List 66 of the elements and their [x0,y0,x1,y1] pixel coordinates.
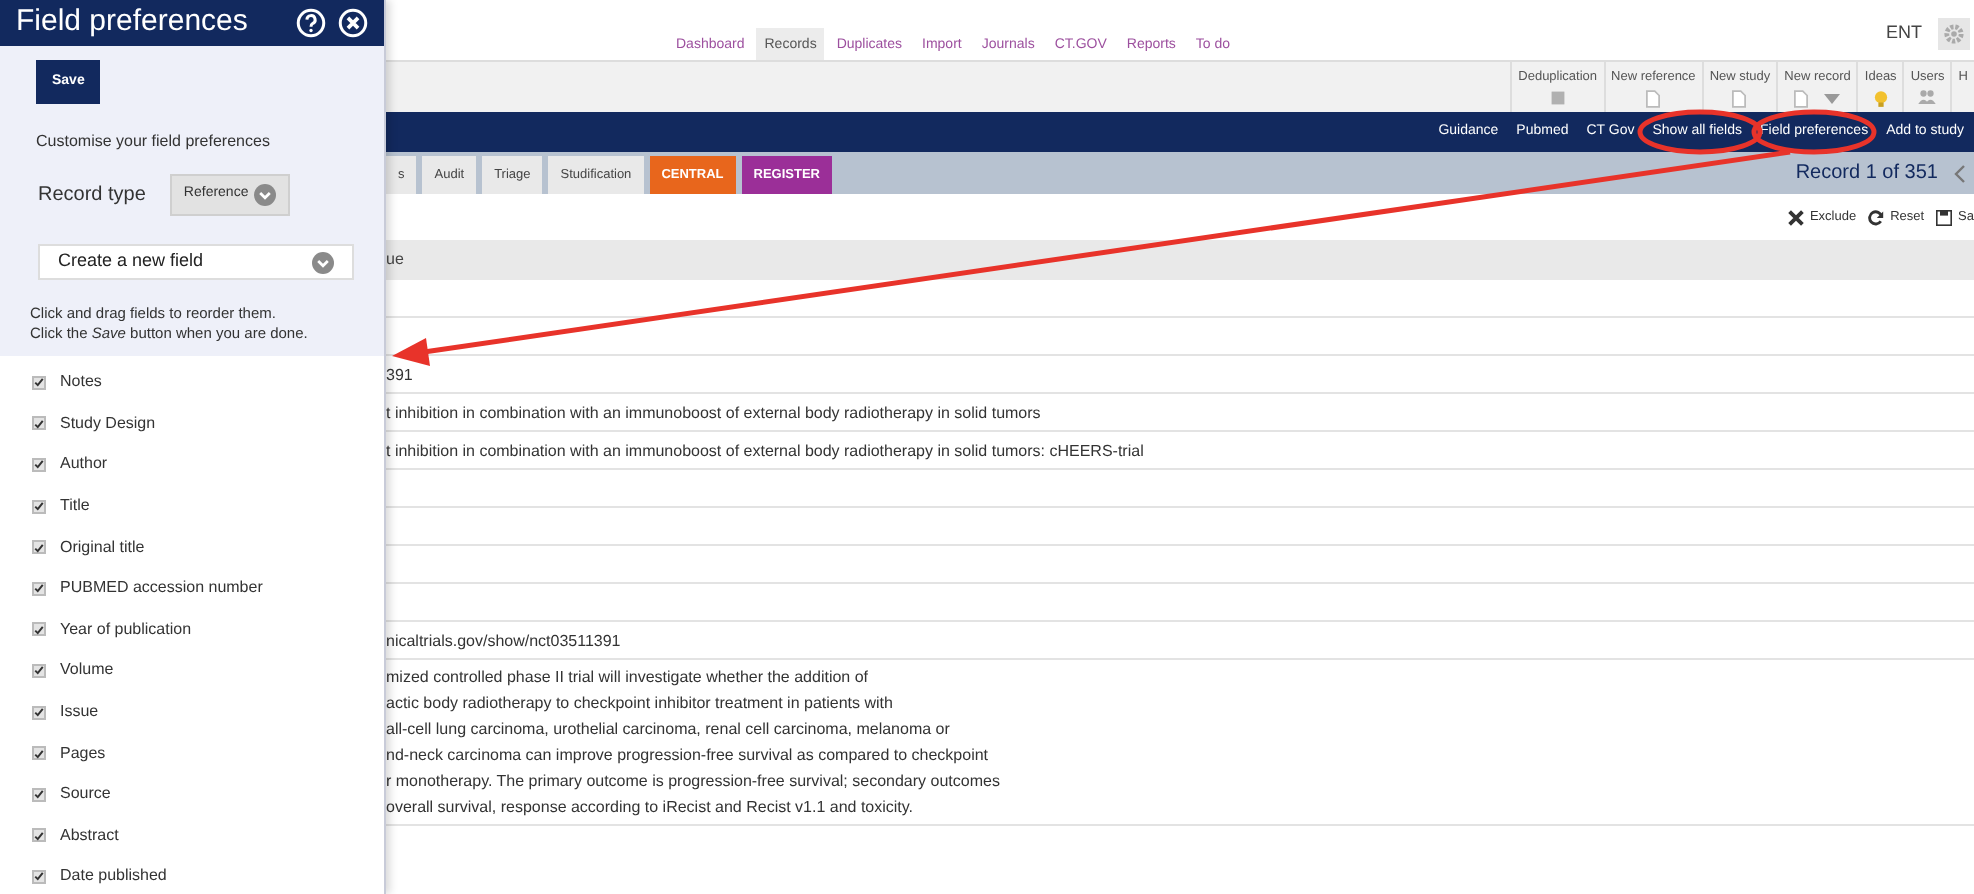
checkbox[interactable] [32,746,46,761]
chevron-down-icon [254,184,277,206]
checkmark-icon [34,788,44,801]
new-field-select[interactable]: Create a new field [38,244,354,280]
lightbulb-icon [1873,89,1888,108]
checkbox[interactable] [32,499,46,514]
field-checkbox-row[interactable]: Notes [32,362,384,404]
document-icon [1732,89,1747,108]
field-checkbox-row[interactable]: Author [32,444,384,486]
record-counter: Record 1 of 351 [1795,160,1938,188]
checkmark-icon [34,582,44,595]
field-checkbox-row[interactable]: PUBMED accession number [32,567,384,610]
checkbox[interactable] [32,375,46,390]
close-icon[interactable] [338,7,368,38]
checkbox[interactable] [32,705,46,720]
field-checkbox-row[interactable]: Title [32,485,384,527]
table-cell-text: mized controlled phase II trial will investigate whether the addition of actic body radiotherapy to checkpoint inhibitor treatment in patients with all-cell lung carcinoma, urothelial carcinoma, renal cell carcinoma, melanoma or nd-neck carcinoma can improve progression-free survival as compared to checkpoint r monotherapy. The primary outcome is progression-free survival; secondary outcomes overall survival, response according to iRecist and Recist v1.1 and toxicity. [386,666,1000,820]
table-cell-text: 391 [386,363,413,387]
document-icon [1794,89,1809,108]
table-cell-text: nicaltrials.gov/show/nct03511391 [386,629,621,653]
panel-title: Field preferences [16,2,250,42]
checkmark-icon [34,376,44,389]
field-checkbox-row[interactable]: Volume [32,650,384,692]
field-checkbox-row[interactable]: Source [32,773,384,816]
checkbox[interactable] [32,787,46,802]
table-cell-text: t inhibition in combination with an immunoboost of external body radiotherapy in solid tumors [386,401,1041,425]
checkmark-icon [34,500,44,513]
checkmark-icon [34,664,44,677]
field-checkbox-row[interactable]: Pages [32,732,384,774]
table-cell-text: t inhibition in combination with an immunoboost of external body radiotherapy in solid tumors: cHEERS-trial [386,439,1144,463]
column-header: ue [386,248,404,272]
checkmark-icon [34,417,44,430]
help-icon[interactable] [296,7,326,38]
checkmark-icon [34,747,44,760]
highlight-ellipse [1637,109,1763,155]
checkbox[interactable] [32,457,46,472]
checkmark-icon [34,870,44,883]
checkbox[interactable] [32,622,46,637]
highlight-ellipse [1751,109,1877,155]
checkbox[interactable] [32,416,46,431]
checkbox[interactable] [32,828,46,843]
checkmark-icon [34,458,44,471]
checkmark-icon [34,623,44,636]
field-checkbox-row[interactable]: Date published [32,856,384,894]
checkmark-icon [34,541,44,554]
settings-icon [1944,24,1964,44]
field-checkbox-row[interactable]: Original title [32,526,384,568]
users-icon [1918,89,1937,104]
field-checkbox-row[interactable]: Year of publication [32,609,384,651]
checkbox[interactable] [32,869,46,884]
intro-text: Customise your field preferences [36,130,272,154]
user-initials: ENT [1886,20,1922,47]
checkbox[interactable] [32,581,46,596]
chevron-down-icon [312,251,334,273]
field-checkbox-row[interactable]: Abstract [32,815,384,857]
field-checkbox-row[interactable]: Study Design [32,403,384,445]
caret-icon [1824,93,1841,104]
record-type-label: Record type [38,182,146,210]
checkmark-icon [34,706,44,719]
document-icon [1646,89,1661,108]
checkbox[interactable] [32,540,46,555]
field-checkbox-row[interactable]: Issue [32,691,384,733]
checkmark-icon [34,829,44,842]
close-icon [1787,209,1804,225]
refresh-icon [1868,209,1885,225]
checkbox[interactable] [32,663,46,678]
